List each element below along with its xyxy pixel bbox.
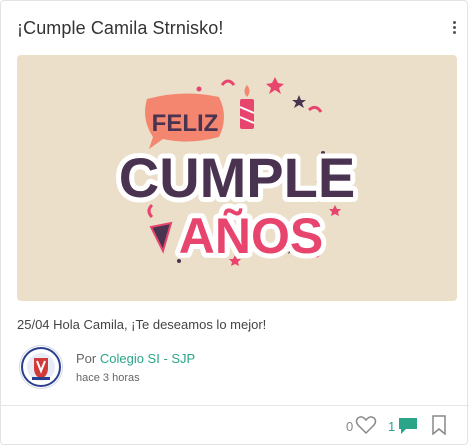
comment-bubble-icon[interactable] — [398, 416, 418, 436]
more-options-icon[interactable] — [447, 19, 461, 41]
bookmark-icon[interactable] — [431, 415, 447, 436]
feliz-speech-bubble: FELIZ — [145, 93, 224, 149]
post-body: 25/04 Hola Camila, ¡Te deseamos lo mejor… — [17, 317, 267, 332]
anos-word: AÑOS — [179, 208, 323, 264]
footer-divider — [1, 405, 469, 406]
author-line: Por Colegio SI - SJP — [76, 351, 195, 366]
party-hat-icon — [149, 221, 173, 254]
post-card: ¡Cumple Camila Strnisko! FELIZ CUMPLE CU… — [0, 0, 469, 445]
like-heart-icon[interactable] — [355, 415, 377, 435]
feliz-word: FELIZ — [152, 110, 219, 137]
post-title: ¡Cumple Camila Strnisko! — [17, 18, 224, 38]
post-timestamp: hace 3 horas — [76, 372, 140, 384]
author-avatar[interactable] — [19, 345, 63, 389]
author-prefix: Por — [76, 351, 97, 366]
comments-count: 1 — [388, 419, 396, 434]
likes-count: 0 — [346, 419, 354, 434]
author-link[interactable]: Colegio SI - SJP — [100, 351, 195, 366]
post-image: FELIZ CUMPLE CUMPLE AÑOS AÑOS — [17, 55, 457, 301]
candle-icon — [239, 85, 255, 129]
cumple-word: CUMPLE — [119, 146, 355, 209]
